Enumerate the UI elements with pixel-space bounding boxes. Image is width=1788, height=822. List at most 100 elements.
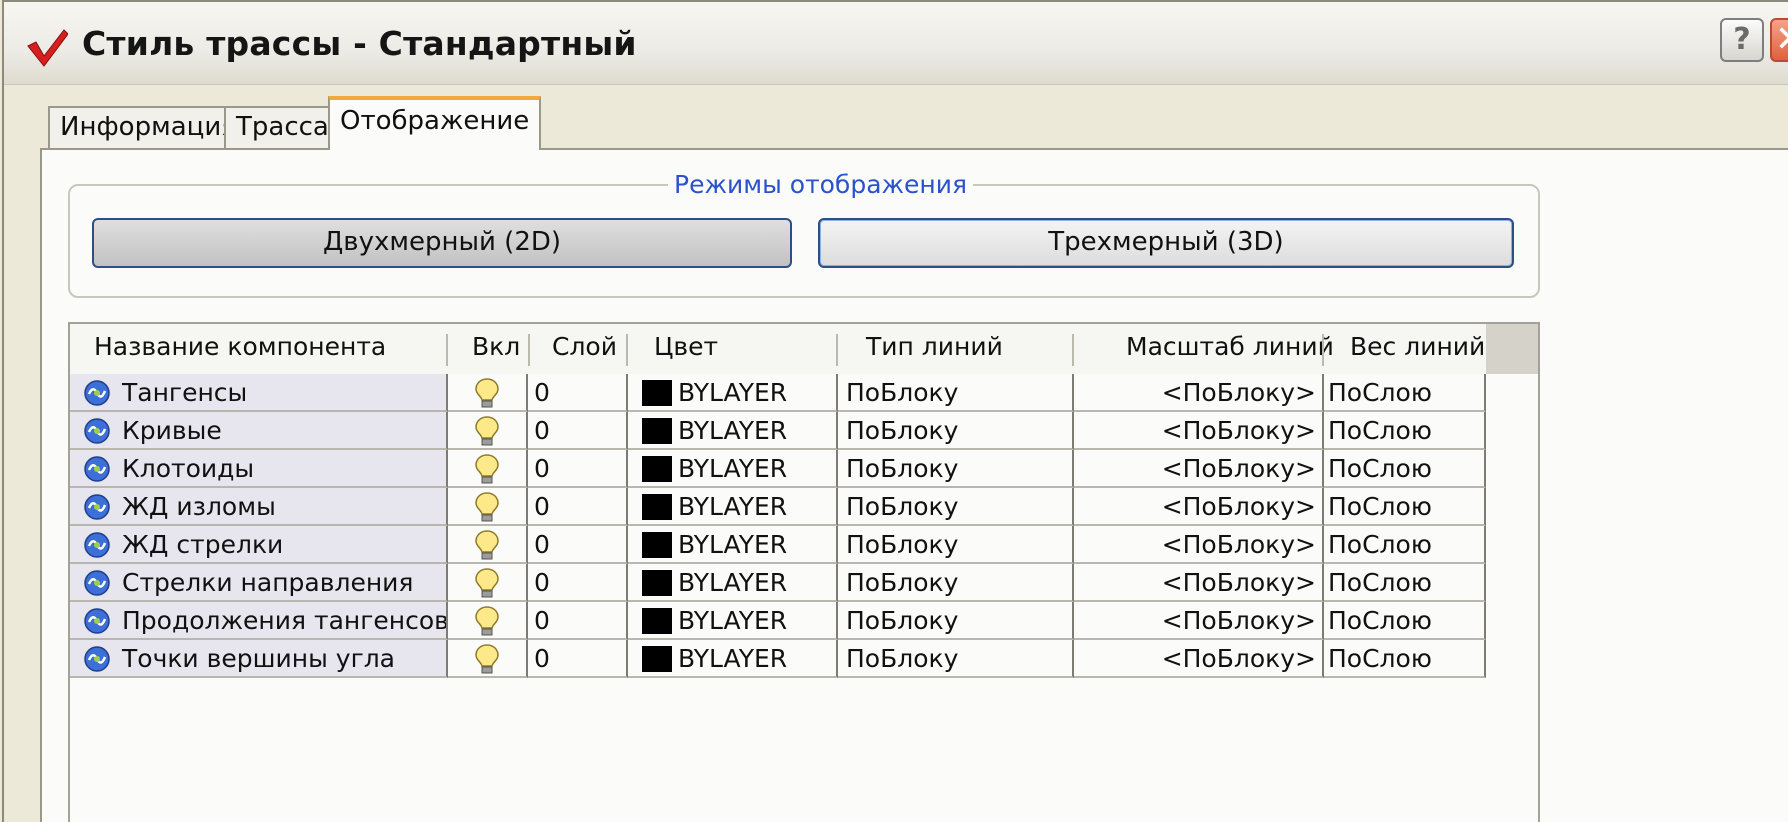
color-cell[interactable]: BYLAYER xyxy=(628,640,838,678)
linescale-cell[interactable]: <ПоБлоку> xyxy=(1074,564,1324,602)
visibility-cell[interactable] xyxy=(448,526,528,564)
component-style-icon xyxy=(84,380,110,406)
lineweight-cell[interactable]: ПоСлою xyxy=(1324,640,1486,678)
component-name-cell[interactable]: Стрелки направления xyxy=(70,564,448,602)
color-cell[interactable]: BYLAYER xyxy=(628,374,838,412)
tab-information[interactable]: Информация xyxy=(48,106,249,148)
lineweight-cell[interactable]: ПоСлою xyxy=(1324,450,1486,488)
table-row[interactable]: Тангенсы 0 BYLAYER ПоБлоку <ПоБлоку> ПоСлою xyxy=(70,374,1486,412)
color-cell[interactable]: BYLAYER xyxy=(628,488,838,526)
lightbulb-icon[interactable] xyxy=(474,605,500,637)
linetype-cell[interactable]: ПоБлоку xyxy=(838,374,1074,412)
lightbulb-icon[interactable] xyxy=(474,491,500,523)
component-name-cell[interactable]: Клотоиды xyxy=(70,450,448,488)
visibility-cell[interactable] xyxy=(448,564,528,602)
linescale-cell[interactable]: <ПоБлоку> xyxy=(1074,602,1324,640)
layer-cell[interactable]: 0 xyxy=(528,526,628,564)
linescale-cell[interactable]: <ПоБлоку> xyxy=(1074,374,1324,412)
lightbulb-icon[interactable] xyxy=(474,415,500,447)
color-cell[interactable]: BYLAYER xyxy=(628,450,838,488)
component-name-cell[interactable]: Продолжения тангенсов xyxy=(70,602,448,640)
layer-cell[interactable]: 0 xyxy=(528,640,628,678)
col-header-color[interactable]: Цвет xyxy=(654,332,718,361)
visibility-cell[interactable] xyxy=(448,640,528,678)
linescale-cell[interactable]: <ПоБлоку> xyxy=(1074,488,1324,526)
layer-cell[interactable]: 0 xyxy=(528,412,628,450)
color-cell[interactable]: BYLAYER xyxy=(628,526,838,564)
linetype-cell[interactable]: ПоБлоку xyxy=(838,564,1074,602)
component-name-cell[interactable]: ЖД изломы xyxy=(70,488,448,526)
lightbulb-icon[interactable] xyxy=(474,453,500,485)
col-header-linetype[interactable]: Тип линий xyxy=(866,332,1003,361)
help-button[interactable]: ? xyxy=(1720,18,1764,62)
col-header-layer[interactable]: Слой xyxy=(552,332,617,361)
color-cell[interactable]: BYLAYER xyxy=(628,602,838,640)
col-header-lineweight[interactable]: Вес линий xyxy=(1350,332,1485,361)
lineweight-cell[interactable]: ПоСлою xyxy=(1324,374,1486,412)
mode-3d-button[interactable]: Трехмерный (3D) xyxy=(818,218,1514,268)
linescale-cell[interactable]: <ПоБлоку> xyxy=(1074,526,1324,564)
lightbulb-icon[interactable] xyxy=(474,643,500,675)
color-cell[interactable]: BYLAYER xyxy=(628,564,838,602)
table-row[interactable]: ЖД изломы 0 BYLAYER ПоБлоку <ПоБлоку> ПоСлою xyxy=(70,488,1486,526)
component-style-icon xyxy=(84,456,110,482)
header-filler xyxy=(1486,324,1538,374)
color-swatch xyxy=(642,608,672,634)
visibility-cell[interactable] xyxy=(448,412,528,450)
table-row[interactable]: Точки вершины угла 0 BYLAYER ПоБлоку <ПоБлок… xyxy=(70,640,1486,678)
lightbulb-icon[interactable] xyxy=(474,377,500,409)
lineweight-cell[interactable]: ПоСлою xyxy=(1324,564,1486,602)
component-name-cell[interactable]: ЖД стрелки xyxy=(70,526,448,564)
tab-display[interactable]: Отображение xyxy=(328,96,542,150)
col-header-on[interactable]: Вкл xyxy=(472,332,520,361)
lineweight-cell[interactable]: ПоСлою xyxy=(1324,488,1486,526)
visibility-cell[interactable] xyxy=(448,374,528,412)
table-row[interactable]: Продолжения тангенсов 0 BYLAYER ПоБлоку <ПоБ… xyxy=(70,602,1486,640)
linetype-cell[interactable]: ПоБлоку xyxy=(838,488,1074,526)
tab-alignment[interactable]: Трасса xyxy=(224,106,341,148)
component-name-cell[interactable]: Тангенсы xyxy=(70,374,448,412)
component-name-cell[interactable]: Точки вершины угла xyxy=(70,640,448,678)
mode-2d-button[interactable]: Двухмерный (2D) xyxy=(92,218,792,268)
col-divider[interactable] xyxy=(836,334,838,366)
col-header-linescale[interactable]: Масштаб линий xyxy=(1126,332,1334,361)
layer-cell[interactable]: 0 xyxy=(528,374,628,412)
col-header-name[interactable]: Название компонента xyxy=(94,332,386,361)
table-row[interactable]: Кривые 0 BYLAYER ПоБлоку <ПоБлоку> ПоСлою xyxy=(70,412,1486,450)
component-name-cell[interactable]: Кривые xyxy=(70,412,448,450)
visibility-cell[interactable] xyxy=(448,450,528,488)
linescale-cell[interactable]: <ПоБлоку> xyxy=(1074,412,1324,450)
col-divider[interactable] xyxy=(626,334,628,366)
component-style-icon xyxy=(84,570,110,596)
table-row[interactable]: Клотоиды 0 BYLAYER ПоБлоку <ПоБлоку> ПоСлою xyxy=(70,450,1486,488)
linescale-cell[interactable]: <ПоБлоку> xyxy=(1074,450,1324,488)
component-style-icon xyxy=(84,418,110,444)
linetype-cell[interactable]: ПоБлоку xyxy=(838,526,1074,564)
layer-cell[interactable]: 0 xyxy=(528,564,628,602)
lineweight-cell[interactable]: ПоСлою xyxy=(1324,412,1486,450)
linescale-cell[interactable]: <ПоБлоку> xyxy=(1074,640,1324,678)
visibility-cell[interactable] xyxy=(448,602,528,640)
col-divider[interactable] xyxy=(528,334,530,366)
close-button[interactable]: ✕ xyxy=(1770,18,1788,62)
table-row[interactable]: ЖД стрелки 0 BYLAYER ПоБлоку <ПоБлоку> ПоСлою xyxy=(70,526,1486,564)
lineweight-cell[interactable]: ПоСлою xyxy=(1324,602,1486,640)
linetype-cell[interactable]: ПоБлоку xyxy=(838,602,1074,640)
lightbulb-icon[interactable] xyxy=(474,529,500,561)
table-row[interactable]: Стрелки направления 0 BYLAYER ПоБлоку <ПоБло… xyxy=(70,564,1486,602)
layer-cell[interactable]: 0 xyxy=(528,488,628,526)
layer-cell[interactable]: 0 xyxy=(528,602,628,640)
color-cell[interactable]: BYLAYER xyxy=(628,412,838,450)
col-divider[interactable] xyxy=(1322,334,1324,366)
layer-cell[interactable]: 0 xyxy=(528,450,628,488)
title-bar[interactable]: Стиль трассы - Стандартный ? ✕ xyxy=(4,2,1788,85)
linetype-cell[interactable]: ПоБлоку xyxy=(838,640,1074,678)
lightbulb-icon[interactable] xyxy=(474,567,500,599)
col-divider[interactable] xyxy=(1072,334,1074,366)
lineweight-cell[interactable]: ПоСлою xyxy=(1324,526,1486,564)
linetype-cell[interactable]: ПоБлоку xyxy=(838,450,1074,488)
col-divider[interactable] xyxy=(446,334,448,366)
visibility-cell[interactable] xyxy=(448,488,528,526)
color-swatch xyxy=(642,494,672,520)
linetype-cell[interactable]: ПоБлоку xyxy=(838,412,1074,450)
